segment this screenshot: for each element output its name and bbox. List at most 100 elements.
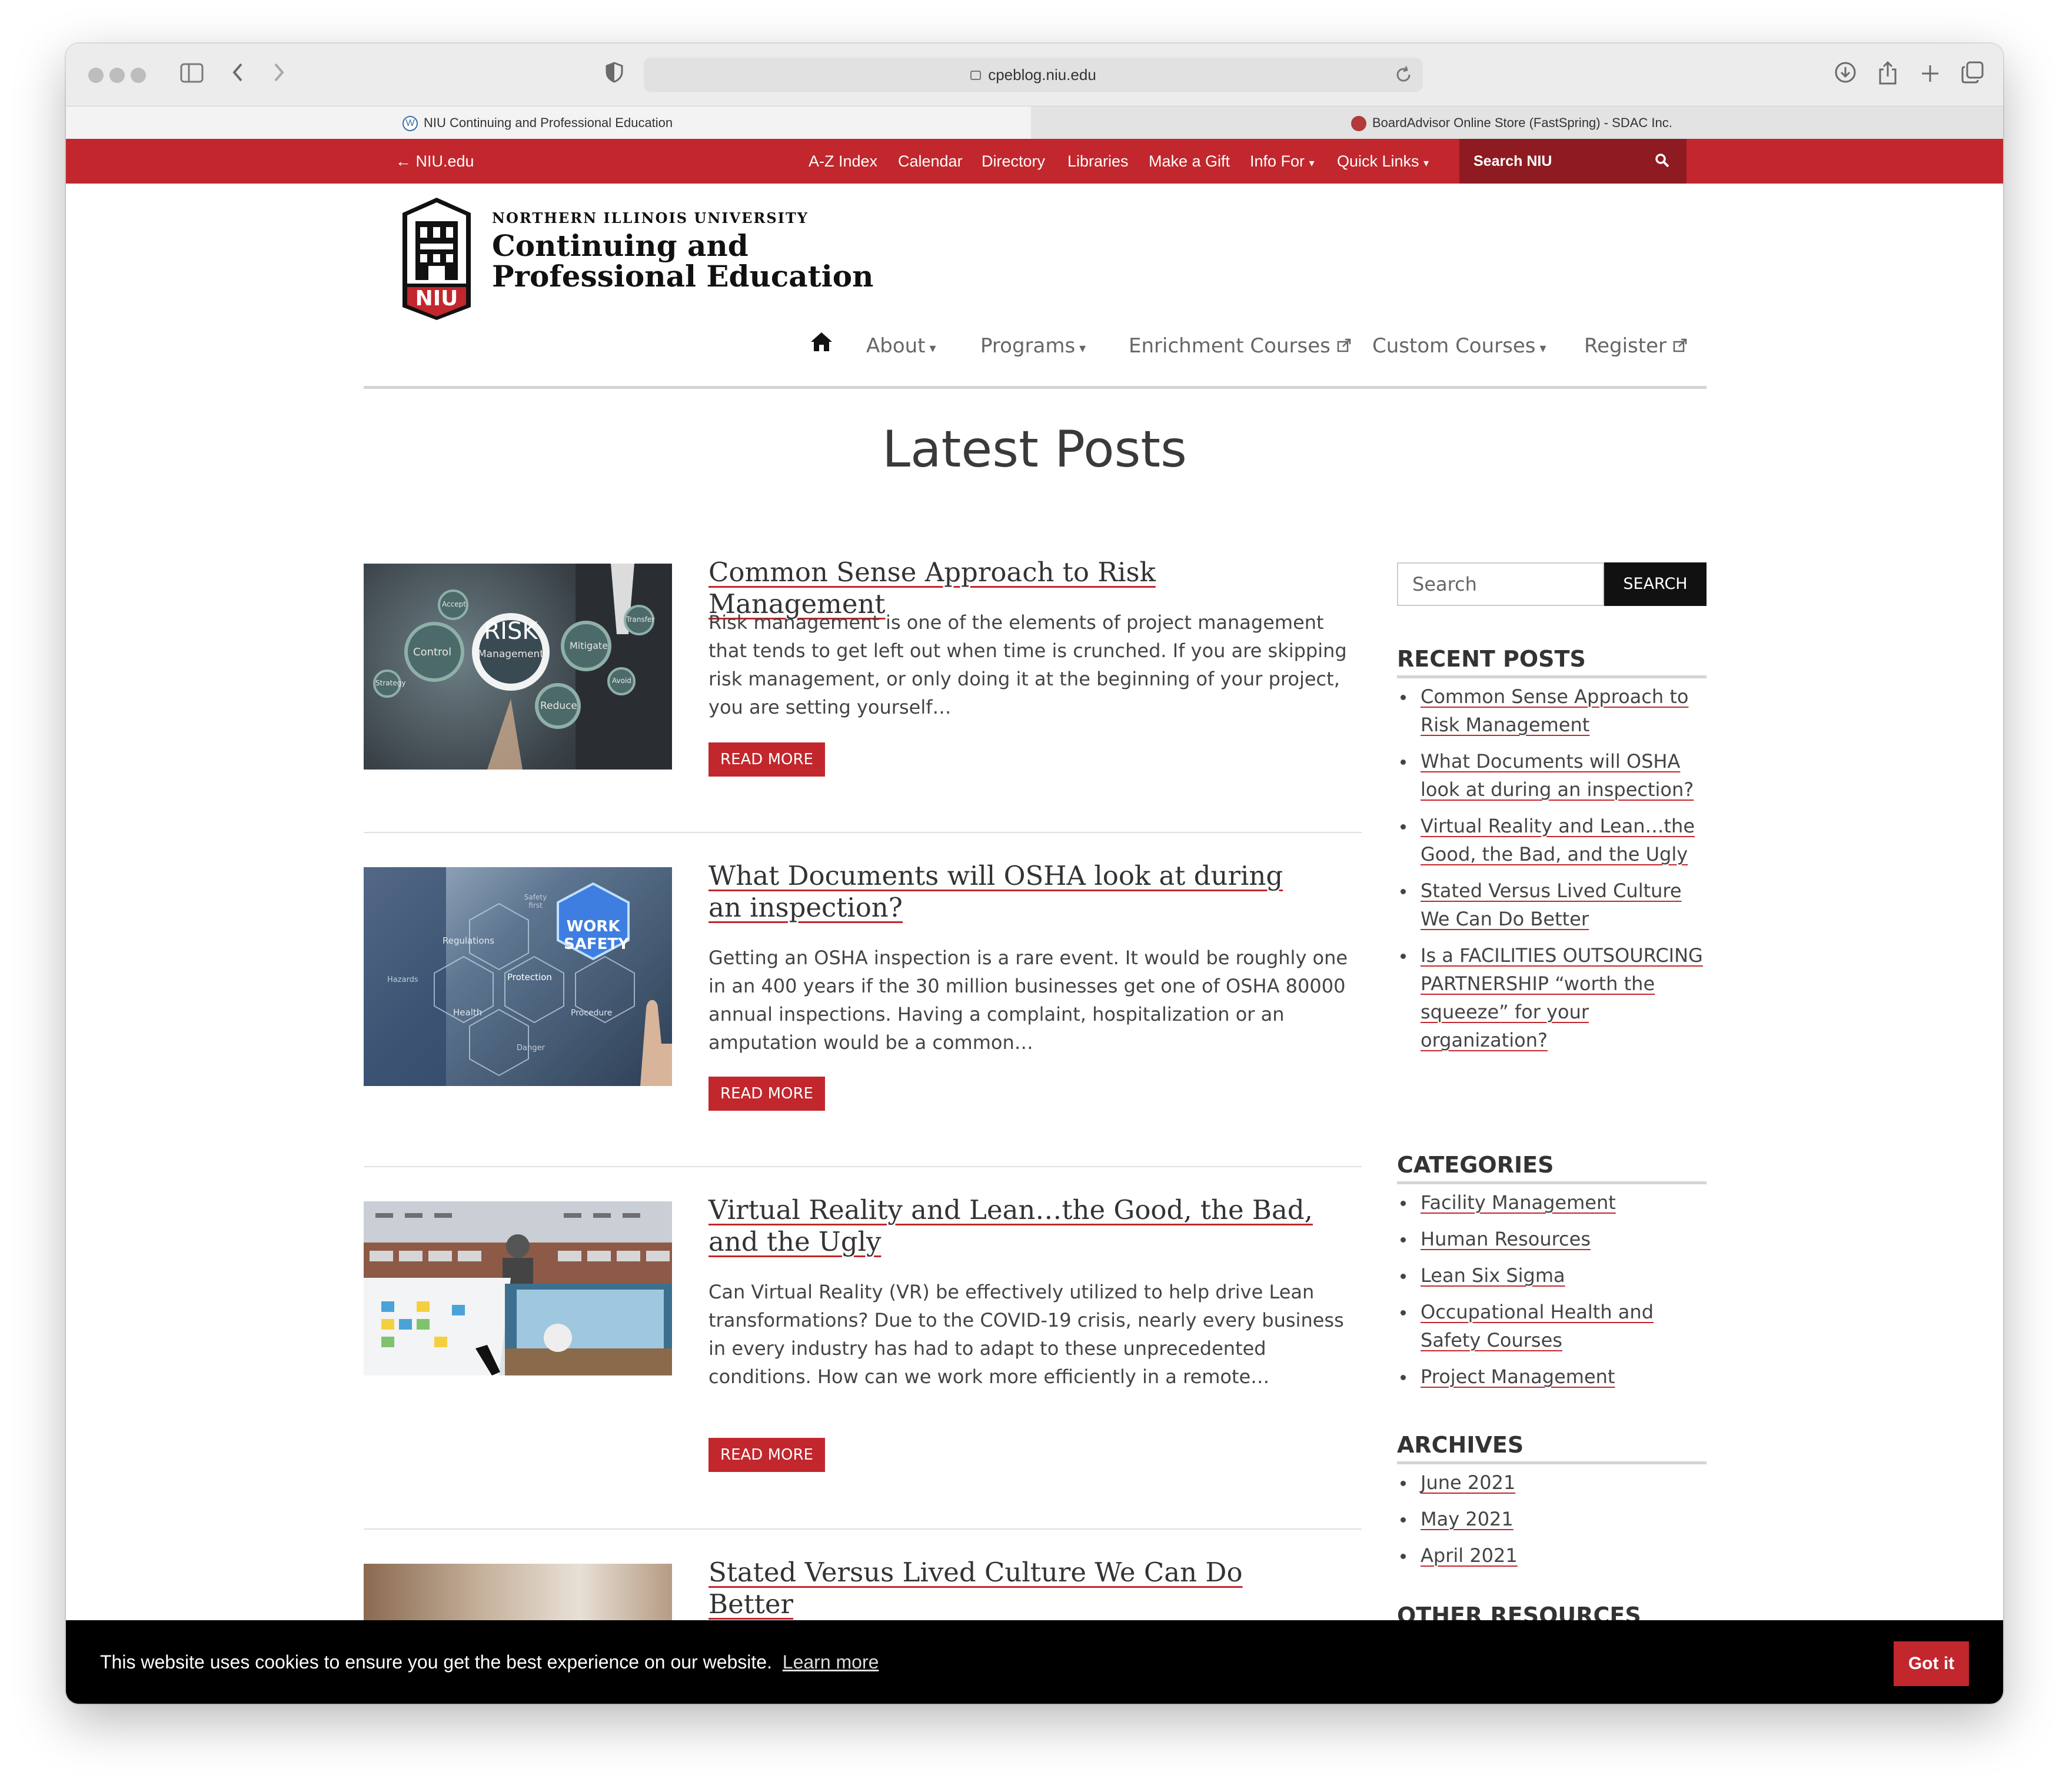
post-divider xyxy=(364,832,1362,833)
nav-custom-courses[interactable]: Custom Courses ▾ xyxy=(1372,328,1546,364)
thumb-word: Regulations xyxy=(443,935,494,946)
list-item[interactable]: Is a FACILITIES OUTSOURCING PARTNERSHIP … xyxy=(1397,941,1707,1054)
nav-enrichment-courses[interactable]: Enrichment Courses xyxy=(1129,328,1351,364)
caret-down-icon: ▾ xyxy=(1075,341,1086,356)
sidebar-search-button[interactable]: SEARCH xyxy=(1604,562,1707,606)
url-text: cpeblog.niu.edu xyxy=(988,66,1096,84)
nav-libraries[interactable]: Libraries xyxy=(1067,139,1129,184)
list-item[interactable]: Occupational Health and Safety Courses xyxy=(1397,1298,1707,1354)
list-item[interactable]: Project Management xyxy=(1397,1363,1707,1391)
niu-edu-link[interactable]: ← NIU.edu xyxy=(395,139,474,184)
nav-programs[interactable]: Programs ▾ xyxy=(980,328,1086,364)
downloads-icon[interactable] xyxy=(1831,61,1860,89)
privacy-shield-icon[interactable] xyxy=(600,61,628,89)
nav-about[interactable]: About ▾ xyxy=(866,328,936,364)
close-window-button[interactable] xyxy=(88,68,104,83)
external-link-icon xyxy=(1330,334,1351,358)
fastspring-icon xyxy=(1351,116,1366,132)
thumb-word: Transfer xyxy=(626,615,655,624)
list-item[interactable]: Stated Versus Lived Culture We Can Do Be… xyxy=(1397,877,1707,933)
thumb-word: Safety first xyxy=(524,893,547,910)
tab-boardadvisor[interactable]: BoardAdvisor Online Store (FastSpring) -… xyxy=(1033,106,2003,139)
cookie-accept-button[interactable]: Got it xyxy=(1894,1641,1969,1686)
cookie-banner: This website uses cookies to ensure you … xyxy=(66,1620,2003,1704)
niu-logo[interactable]: NIU xyxy=(399,195,474,322)
nav-calendar[interactable]: Calendar xyxy=(898,139,963,184)
read-more-button[interactable]: READ MORE xyxy=(708,1438,825,1472)
thumb-word: Management xyxy=(478,648,544,660)
nav-quick-links[interactable]: Quick Links ▾ xyxy=(1337,139,1429,184)
external-link-icon xyxy=(1666,334,1687,358)
list-item[interactable]: May 2021 xyxy=(1397,1505,1707,1533)
nav-directory[interactable]: Directory xyxy=(982,139,1045,184)
zoom-window-button[interactable] xyxy=(131,68,146,83)
header-divider xyxy=(364,386,1707,389)
categories-list: Facility Management Human Resources Lean… xyxy=(1397,1188,1707,1399)
new-tab-icon[interactable] xyxy=(1916,61,1944,89)
list-item[interactable]: April 2021 xyxy=(1397,1541,1707,1570)
home-icon[interactable] xyxy=(810,328,833,364)
nav-register[interactable]: Register xyxy=(1584,328,1687,364)
post-title[interactable]: What Documents will OSHA look at during … xyxy=(708,860,1320,924)
caret-down-icon: ▾ xyxy=(925,341,936,356)
post-excerpt: Risk management is one of the elements o… xyxy=(708,611,1347,718)
sidebar-search-input[interactable]: Search xyxy=(1397,562,1604,606)
search-icon[interactable] xyxy=(1655,153,1670,171)
thumb-word: Control xyxy=(413,646,452,658)
page-title: Latest Posts xyxy=(882,420,1187,479)
archives-list: June 2021 May 2021 April 2021 xyxy=(1397,1468,1707,1578)
thumb-word: WORK SAFETY xyxy=(564,918,629,953)
post-excerpt: Can Virtual Reality (VR) be effectively … xyxy=(708,1281,1344,1388)
nav-a-z-index[interactable]: A-Z Index xyxy=(809,139,877,184)
post-thumbnail-culture[interactable] xyxy=(364,1564,672,1620)
list-item[interactable]: Human Resources xyxy=(1397,1225,1707,1253)
department-name[interactable]: Continuing and Professional Education xyxy=(492,231,939,292)
thumb-word: Procedure xyxy=(571,1008,613,1018)
search-niu-field[interactable]: Search NIU xyxy=(1459,139,1687,184)
list-item[interactable]: June 2021 xyxy=(1397,1468,1707,1497)
post-thumbnail-risk[interactable]: RISK Management Control Mitigate Reduce … xyxy=(364,564,672,770)
tab-title: NIU Continuing and Professional Educatio… xyxy=(424,115,673,130)
thumb-word: Hazards xyxy=(387,975,418,984)
thumb-word: Protection xyxy=(507,972,552,982)
thumb-word: RISK xyxy=(484,618,538,645)
post-divider xyxy=(364,1166,1362,1167)
wordpress-icon: W xyxy=(403,116,418,132)
list-item[interactable]: Facility Management xyxy=(1397,1188,1707,1217)
read-more-button[interactable]: READ MORE xyxy=(708,742,825,777)
tab-overview-icon[interactable] xyxy=(1958,61,1987,89)
logo-text: NIU xyxy=(415,287,458,311)
archives-heading: ARCHIVES xyxy=(1397,1432,1707,1464)
recent-posts-heading: RECENT POSTS xyxy=(1397,646,1707,678)
read-more-button[interactable]: READ MORE xyxy=(708,1077,825,1111)
minimize-window-button[interactable] xyxy=(109,68,125,83)
niu-utility-nav: ← NIU.edu A-Z Index Calendar Directory L… xyxy=(66,139,2003,184)
tab-strip: W NIU Continuing and Professional Educati… xyxy=(66,106,2003,139)
post-thumbnail-osha[interactable]: WORK SAFETY Regulations Protection Health… xyxy=(364,867,672,1086)
forward-icon[interactable] xyxy=(265,61,293,89)
list-item[interactable]: Lean Six Sigma xyxy=(1397,1261,1707,1290)
nav-info-for[interactable]: Info For ▾ xyxy=(1250,139,1315,184)
cookie-message: This website uses cookies to ensure you … xyxy=(100,1651,879,1673)
tab-niu-cpe[interactable]: W NIU Continuing and Professional Educati… xyxy=(66,106,1031,139)
post-thumbnail-vr[interactable] xyxy=(364,1201,672,1375)
thumb-word: Strategy xyxy=(375,679,406,687)
thumb-word: Accept xyxy=(442,600,466,608)
thumb-word: Avoid xyxy=(612,677,631,685)
list-item[interactable]: Virtual Reality and Lean…the Good, the B… xyxy=(1397,812,1707,868)
post-title[interactable]: Virtual Reality and Lean…the Good, the B… xyxy=(708,1194,1320,1258)
back-icon[interactable] xyxy=(224,61,252,89)
address-bar[interactable]: cpeblog.niu.edu xyxy=(644,58,1423,92)
thumb-word: Health xyxy=(453,1007,483,1018)
nav-make-a-gift[interactable]: Make a Gift xyxy=(1149,139,1230,184)
list-item[interactable]: Common Sense Approach to Risk Management xyxy=(1397,682,1707,739)
caret-down-icon: ▾ xyxy=(1423,157,1429,169)
reload-icon[interactable] xyxy=(1395,66,1412,86)
sidebar-toggle-icon[interactable] xyxy=(178,61,206,89)
share-icon[interactable] xyxy=(1874,61,1902,89)
post-title[interactable]: Stated Versus Lived Culture We Can Do Be… xyxy=(708,1557,1320,1620)
thumb-word: Reduce xyxy=(540,700,577,712)
list-item[interactable]: What Documents will OSHA look at during … xyxy=(1397,747,1707,804)
learn-more-link[interactable]: Learn more xyxy=(783,1651,879,1673)
caret-down-icon: ▾ xyxy=(1535,341,1546,356)
